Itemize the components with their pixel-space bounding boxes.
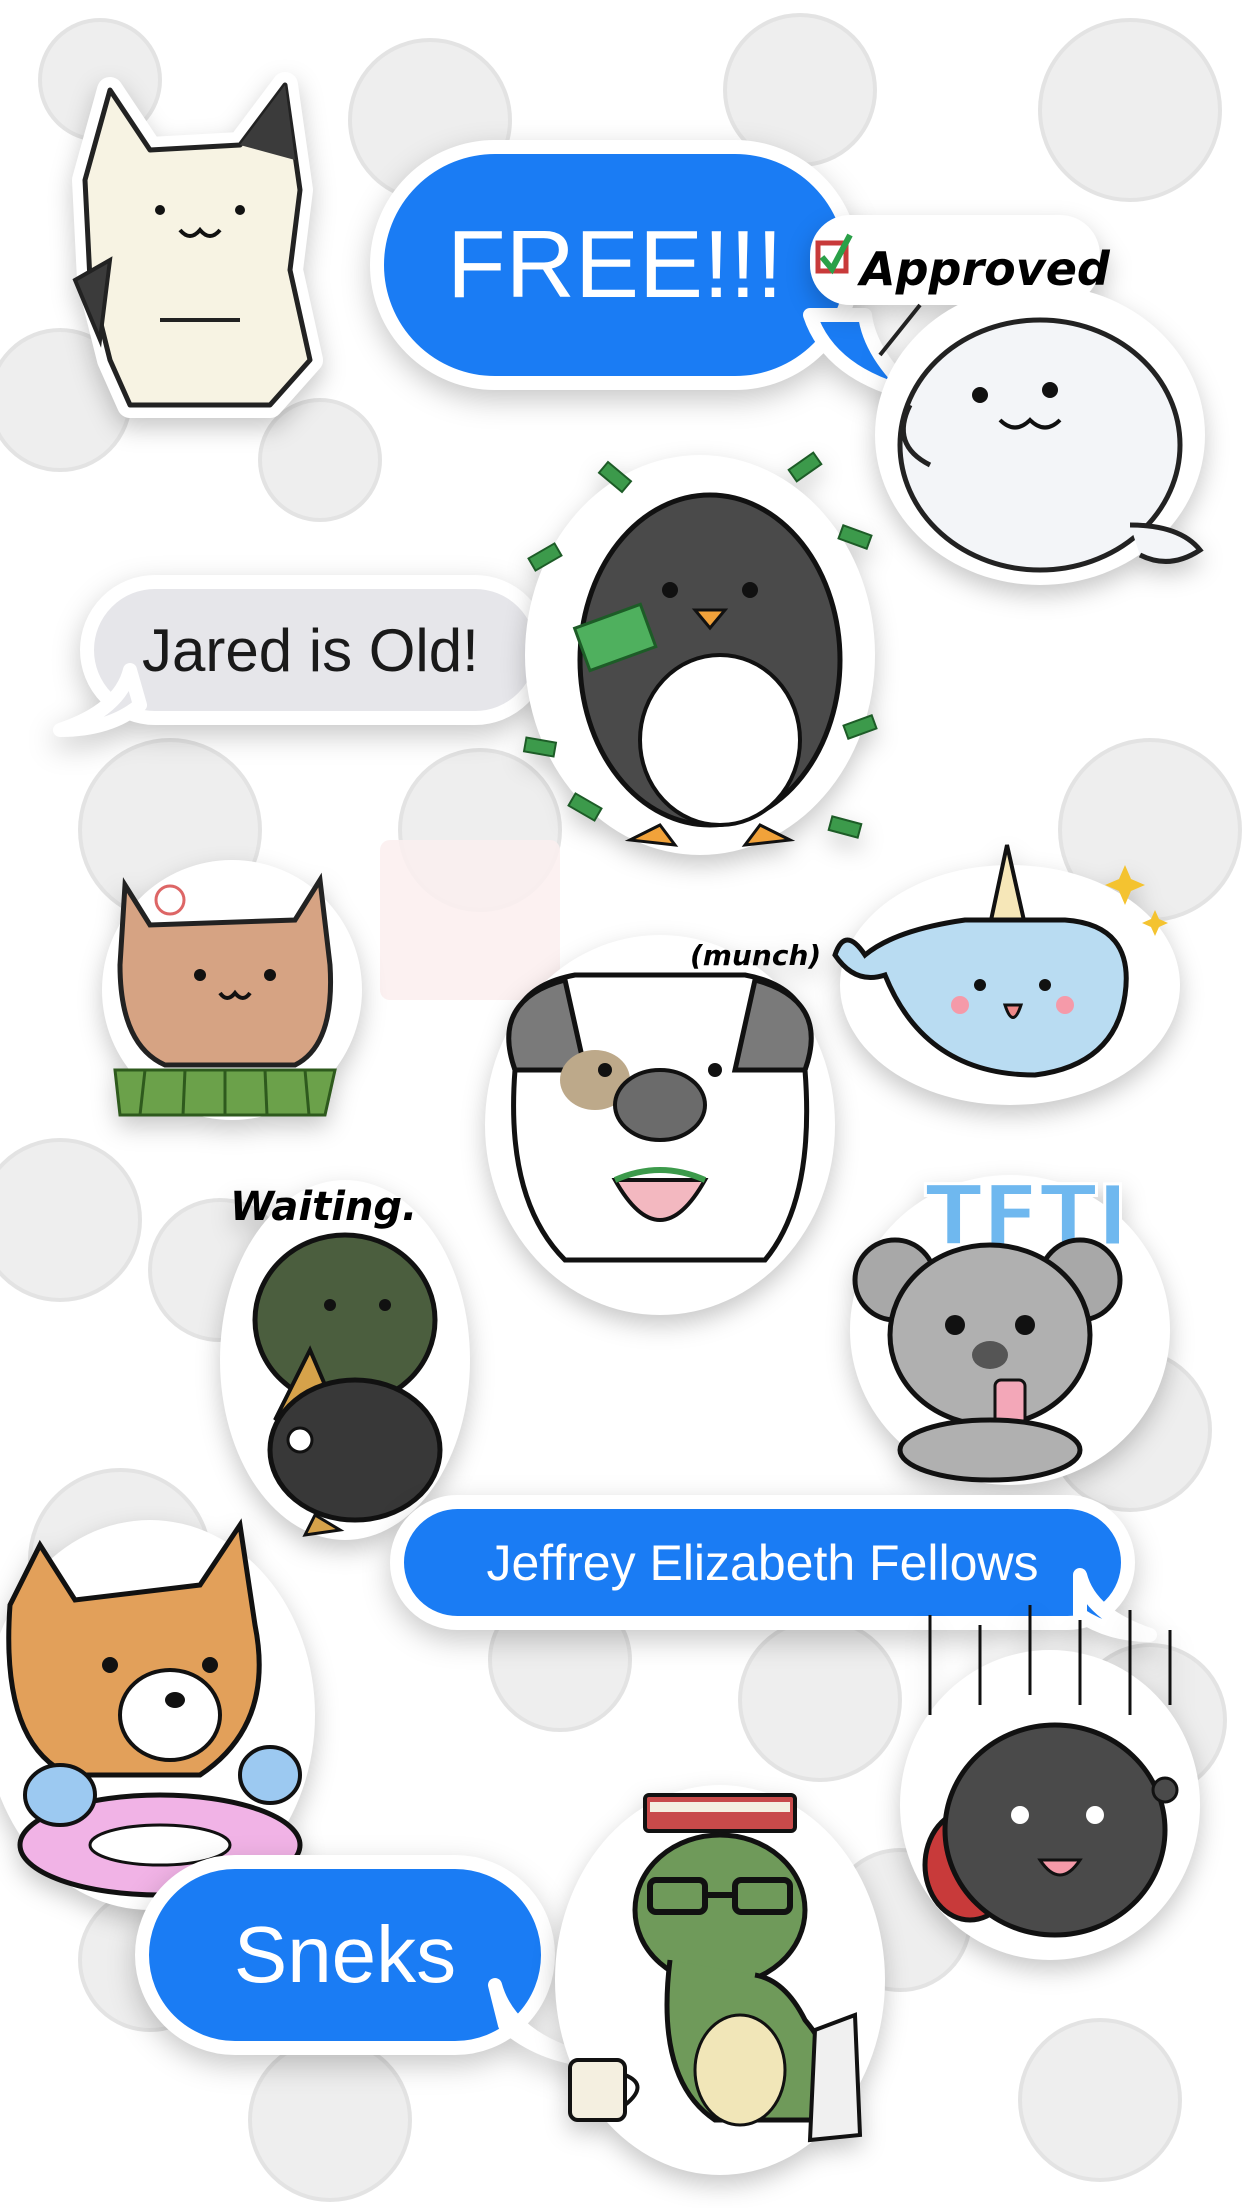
narwhal-sticker[interactable]	[832, 835, 1180, 1105]
ladybug-rain-sticker[interactable]	[900, 1605, 1200, 1960]
sneks-message-bubble[interactable]: Sneks	[135, 1855, 555, 2055]
penguin-money-sticker[interactable]	[510, 440, 890, 860]
pug-watermelon-sticker[interactable]: (munch)	[475, 920, 845, 1320]
sticker-promo-canvas: FREE!!! Approved Jared is Old! (munch) W…	[0, 0, 1242, 2208]
koala-tfti-sticker[interactable]: TFTI	[850, 1165, 1180, 1485]
waiting-label: Waiting.	[230, 1184, 417, 1230]
sneks-bubble-wrap: Sneks	[135, 1855, 597, 2067]
snake-book-sticker[interactable]	[555, 1780, 885, 2175]
jeffrey-message-text: Jeffrey Elizabeth Fellows	[486, 1534, 1039, 1591]
sneks-message-text: Sneks	[233, 1910, 457, 1999]
jared-bubble-wrap: Jared is Old!	[53, 575, 550, 737]
duck-waiting-sticker[interactable]: Waiting.	[215, 1170, 470, 1540]
free-message-text: FREE!!!	[446, 211, 784, 318]
approved-label: Approved	[857, 242, 1111, 296]
jared-bubble-tail	[53, 663, 147, 737]
cat-sticker[interactable]	[70, 70, 340, 430]
jared-message-bubble[interactable]: Jared is Old!	[80, 575, 550, 725]
free-message-bubble[interactable]: FREE!!!	[370, 140, 860, 390]
munch-label: (munch)	[690, 939, 821, 972]
jared-message-text: Jared is Old!	[142, 616, 479, 684]
free-bubble-wrap: FREE!!!	[370, 140, 922, 402]
hula-cat-sticker[interactable]	[95, 855, 370, 1125]
